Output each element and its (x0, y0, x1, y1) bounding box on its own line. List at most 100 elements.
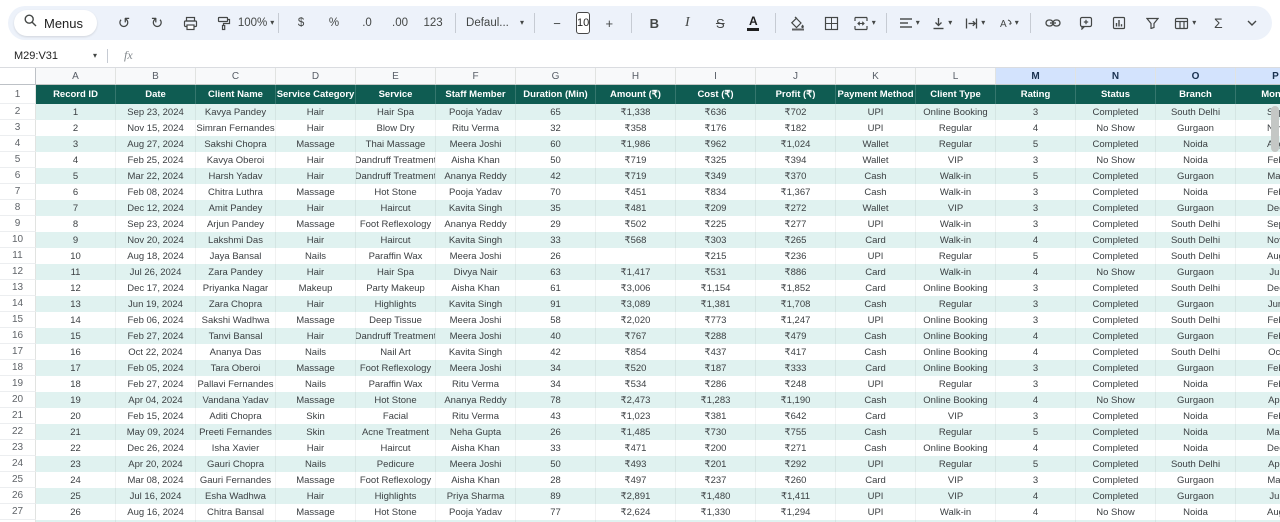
cell-L21[interactable]: VIP (916, 408, 996, 424)
cell-J26[interactable]: ₹1,411 (756, 488, 836, 504)
cell-M6[interactable]: 5 (996, 168, 1076, 184)
cell-J23[interactable]: ₹271 (756, 440, 836, 456)
cell-P19[interactable]: Feb (1236, 376, 1280, 392)
cell-B16[interactable]: Feb 27, 2024 (116, 328, 196, 344)
cell-K13[interactable]: Card (836, 280, 916, 296)
number-format-button[interactable]: 123 (417, 10, 449, 36)
cell-A27[interactable]: 26 (36, 504, 116, 520)
cell-N15[interactable]: Completed (1076, 312, 1156, 328)
cell-B23[interactable]: Dec 26, 2024 (116, 440, 196, 456)
cell-J2[interactable]: ₹702 (756, 104, 836, 120)
cell-P15[interactable]: Feb (1236, 312, 1280, 328)
font-family-select[interactable]: Defaul... ▾ (462, 10, 528, 36)
cell-B9[interactable]: Sep 23, 2024 (116, 216, 196, 232)
cell-A19[interactable]: 18 (36, 376, 116, 392)
cell-E8[interactable]: Haircut (356, 200, 436, 216)
cell-J13[interactable]: ₹1,852 (756, 280, 836, 296)
cell-A16[interactable]: 15 (36, 328, 116, 344)
cell-K27[interactable]: UPI (836, 504, 916, 520)
cell-D13[interactable]: Makeup (276, 280, 356, 296)
cell-I3[interactable]: ₹176 (676, 120, 756, 136)
cell-H2[interactable]: ₹1,338 (596, 104, 676, 120)
cell-J7[interactable]: ₹1,367 (756, 184, 836, 200)
cell-C14[interactable]: Zara Chopra (196, 296, 276, 312)
cell-I19[interactable]: ₹286 (676, 376, 756, 392)
cell-L9[interactable]: Walk-in (916, 216, 996, 232)
cell-E26[interactable]: Highlights (356, 488, 436, 504)
cell-J16[interactable]: ₹479 (756, 328, 836, 344)
cell-A21[interactable]: 20 (36, 408, 116, 424)
cell-H19[interactable]: ₹534 (596, 376, 676, 392)
row-header-27[interactable]: 27 (0, 504, 36, 520)
cell-M2[interactable]: 3 (996, 104, 1076, 120)
cell-M19[interactable]: 3 (996, 376, 1076, 392)
cell-L22[interactable]: Regular (916, 424, 996, 440)
cell-C26[interactable]: Esha Wadhwa (196, 488, 276, 504)
cell-P16[interactable]: Feb (1236, 328, 1280, 344)
cell-F8[interactable]: Kavita Singh (436, 200, 516, 216)
cell-C2[interactable]: Kavya Pandey (196, 104, 276, 120)
cell-M9[interactable]: 3 (996, 216, 1076, 232)
cell-F25[interactable]: Aisha Khan (436, 472, 516, 488)
cell-K5[interactable]: Wallet (836, 152, 916, 168)
row-header-4[interactable]: 4 (0, 136, 36, 152)
cell-M26[interactable]: 4 (996, 488, 1076, 504)
cell-M7[interactable]: 3 (996, 184, 1076, 200)
cell-O15[interactable]: South Delhi (1156, 312, 1236, 328)
cell-E22[interactable]: Acne Treatment (356, 424, 436, 440)
cell-N8[interactable]: Completed (1076, 200, 1156, 216)
cell-A4[interactable]: 3 (36, 136, 116, 152)
cell-H7[interactable]: ₹451 (596, 184, 676, 200)
cell-O7[interactable]: Noida (1156, 184, 1236, 200)
cell-C12[interactable]: Zara Pandey (196, 264, 276, 280)
cell-P14[interactable]: Jun (1236, 296, 1280, 312)
cell-J27[interactable]: ₹1,294 (756, 504, 836, 520)
cell-M8[interactable]: 3 (996, 200, 1076, 216)
cell-H18[interactable]: ₹520 (596, 360, 676, 376)
cell-B20[interactable]: Apr 04, 2024 (116, 392, 196, 408)
cell-P12[interactable]: Jul (1236, 264, 1280, 280)
cell-F3[interactable]: Ritu Verma (436, 120, 516, 136)
cell-M25[interactable]: 3 (996, 472, 1076, 488)
cell-M15[interactable]: 3 (996, 312, 1076, 328)
cell-I12[interactable]: ₹531 (676, 264, 756, 280)
column-header-C[interactable]: C (196, 68, 276, 85)
cell-G4[interactable]: 60 (516, 136, 596, 152)
cell-G3[interactable]: 32 (516, 120, 596, 136)
column-header-K[interactable]: K (836, 68, 916, 85)
cell-D7[interactable]: Massage (276, 184, 356, 200)
cell-C3[interactable]: Simran Fernandes (196, 120, 276, 136)
column-header-E[interactable]: E (356, 68, 436, 85)
cell-J15[interactable]: ₹1,247 (756, 312, 836, 328)
cell-K15[interactable]: UPI (836, 312, 916, 328)
cell-G27[interactable]: 77 (516, 504, 596, 520)
cell-H14[interactable]: ₹3,089 (596, 296, 676, 312)
cell-E21[interactable]: Facial (356, 408, 436, 424)
cell-J17[interactable]: ₹417 (756, 344, 836, 360)
row-header-17[interactable]: 17 (0, 344, 36, 360)
cell-M12[interactable]: 4 (996, 264, 1076, 280)
cell-G19[interactable]: 34 (516, 376, 596, 392)
cell-G2[interactable]: 65 (516, 104, 596, 120)
cell-A3[interactable]: 2 (36, 120, 116, 136)
cell-I22[interactable]: ₹730 (676, 424, 756, 440)
cell-H9[interactable]: ₹502 (596, 216, 676, 232)
hide-toolbar-button[interactable] (1236, 10, 1268, 36)
cell-K23[interactable]: Cash (836, 440, 916, 456)
cell-H26[interactable]: ₹2,891 (596, 488, 676, 504)
cell-A26[interactable]: 25 (36, 488, 116, 504)
cell-P5[interactable]: Feb (1236, 152, 1280, 168)
cell-N22[interactable]: Completed (1076, 424, 1156, 440)
decrease-font-size-button[interactable]: − (541, 10, 573, 36)
cell-O13[interactable]: South Delhi (1156, 280, 1236, 296)
cell-M16[interactable]: 4 (996, 328, 1076, 344)
cell-E20[interactable]: Hot Stone (356, 392, 436, 408)
cell-D3[interactable]: Hair (276, 120, 356, 136)
cell-B10[interactable]: Nov 20, 2024 (116, 232, 196, 248)
font-size-input[interactable]: 10 (576, 12, 591, 34)
row-header-20[interactable]: 20 (0, 392, 36, 408)
cell-F4[interactable]: Meera Joshi (436, 136, 516, 152)
insert-chart-button[interactable] (1103, 10, 1135, 36)
cell-L8[interactable]: VIP (916, 200, 996, 216)
cell-G21[interactable]: 43 (516, 408, 596, 424)
